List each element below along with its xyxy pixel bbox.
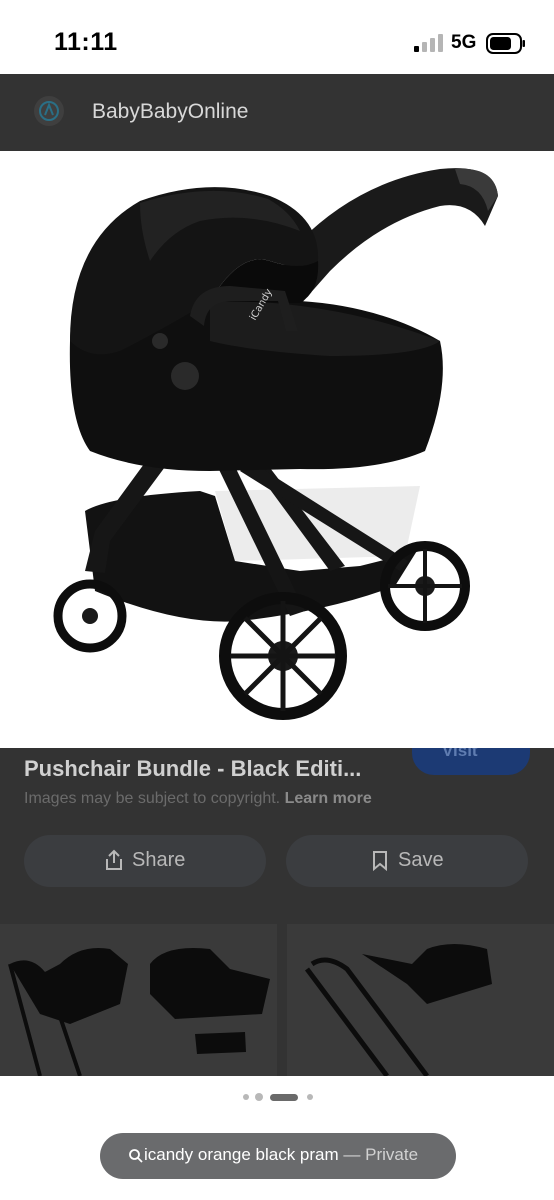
page-dot: [243, 1094, 249, 1100]
search-separator: —: [343, 1145, 361, 1164]
search-query-pill[interactable]: icandy orange black pram — Private: [100, 1133, 456, 1179]
copyright-text: Images may be subject to copyright.: [24, 790, 281, 807]
bottom-area: icandy orange black pram — Private: [0, 1076, 554, 1200]
site-logo-icon: [34, 96, 64, 126]
page-dot: [307, 1094, 313, 1100]
result-info-panel: Visit Pushchair Bundle - Black Editi... …: [0, 748, 554, 1076]
related-image-thumbnail[interactable]: [287, 924, 554, 1076]
bookmark-icon: [373, 851, 387, 871]
related-image-thumbnail[interactable]: [0, 924, 277, 1076]
visit-button[interactable]: Visit: [412, 748, 530, 775]
share-button[interactable]: Share: [24, 835, 266, 887]
search-query-value: icandy orange black pram: [144, 1145, 339, 1164]
pram-image[interactable]: iCandy: [0, 151, 554, 748]
status-bar: 11:11 5G: [0, 0, 554, 74]
carousel-page-indicator: [0, 1092, 554, 1102]
page-dot-active: [270, 1094, 298, 1101]
search-mode-label: Private: [365, 1145, 419, 1164]
site-name[interactable]: BabyBabyOnline: [92, 100, 248, 124]
status-time: 11:11: [54, 28, 118, 56]
source-header[interactable]: BabyBabyOnline: [0, 74, 554, 151]
result-title[interactable]: Pushchair Bundle - Black Editi...: [24, 756, 361, 782]
page-dot: [255, 1093, 263, 1101]
share-label: Share: [132, 849, 186, 871]
signal-strength-icon: [414, 34, 444, 52]
share-icon: [106, 849, 122, 870]
battery-icon: [486, 33, 525, 54]
search-icon: [129, 1149, 143, 1163]
learn-more-link[interactable]: Learn more: [285, 790, 372, 807]
network-type: 5G: [451, 32, 477, 53]
visit-label: Visit: [442, 748, 478, 760]
save-label: Save: [398, 849, 444, 871]
copyright-notice: Images may be subject to copyright. Lear…: [24, 790, 372, 808]
search-query-text: icandy orange black pram — Private: [144, 1145, 418, 1165]
save-button[interactable]: Save: [286, 835, 528, 887]
